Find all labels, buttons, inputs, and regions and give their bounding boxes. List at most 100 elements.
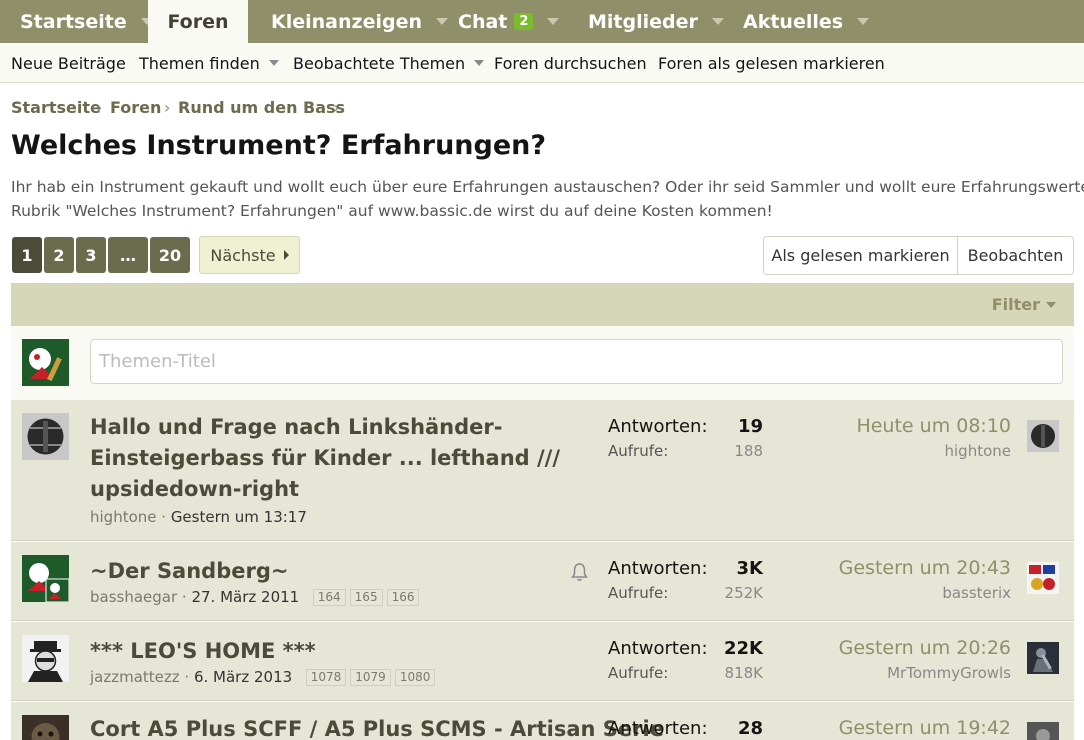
thread-title-line: Einsteigerbass für Kinder ... lefthand /… <box>90 446 561 470</box>
last-poster-avatar[interactable] <box>1027 642 1059 674</box>
thread-date: Gestern um 13:17 <box>170 508 307 526</box>
thread-page-link[interactable]: 1078 <box>305 668 347 686</box>
thread-date: 6. März 2013 <box>193 668 293 686</box>
chevron-down-icon[interactable] <box>711 18 724 25</box>
thread-title[interactable]: *** LEO'S HOME *** <box>90 636 316 667</box>
chevron-right-icon: › <box>164 98 171 117</box>
chevron-right-icon: › <box>96 98 103 117</box>
last-post-date[interactable]: Gestern um 19:42 <box>839 717 1011 739</box>
thread-row[interactable]: *** LEO'S HOME *** jazzmattezz · 6. März… <box>11 622 1074 701</box>
caret-right-icon <box>283 250 289 260</box>
chat-count-badge: 2 <box>514 13 534 30</box>
chevron-down-icon[interactable] <box>268 60 279 66</box>
user-avatar[interactable] <box>22 339 69 386</box>
replies-label: Antworten: <box>608 558 708 579</box>
subnav-watched-threads[interactable]: Beobachtete Themen <box>293 43 485 83</box>
nav-tab-startseite[interactable]: Startseite <box>20 0 153 43</box>
filter-button[interactable]: Filter <box>992 295 1056 314</box>
mark-read-button[interactable]: Als gelesen markieren <box>763 236 958 275</box>
nav-tab-aktuelles[interactable]: Aktuelles <box>743 0 870 43</box>
forum-description: Ihr hab ein Instrument gekauft und wollt… <box>11 175 1084 223</box>
last-poster-avatar[interactable] <box>1027 722 1059 740</box>
sub-navigation: Neue Beiträge Themen finden Beobachtete … <box>0 43 1084 83</box>
views-label: Aufrufe: <box>608 442 669 460</box>
thread-meta: jazzmattezz · 6. März 2013 1078 1079 108… <box>90 668 436 686</box>
nav-tab-chat[interactable]: Chat 2 <box>458 0 560 43</box>
views-count: 188 <box>734 442 763 460</box>
thread-page-link[interactable]: 165 <box>349 588 383 606</box>
nav-tab-label: Mitglieder <box>588 10 698 33</box>
breadcrumb-rund-um-den-bass[interactable]: Rund um den Bass <box>178 98 345 117</box>
last-post-user[interactable]: hightone <box>945 442 1012 460</box>
filter-bar: Filter <box>11 283 1074 326</box>
thread-page-link[interactable]: 1079 <box>350 668 391 686</box>
nav-tab-label: Aktuelles <box>743 10 844 33</box>
breadcrumb-startseite[interactable]: Startseite <box>11 98 101 117</box>
chevron-down-icon[interactable] <box>857 18 870 25</box>
thread-page-link[interactable]: 166 <box>386 588 420 606</box>
subnav-find-threads[interactable]: Themen finden <box>139 43 279 83</box>
subnav-mark-forums-read[interactable]: Foren als gelesen markieren <box>658 43 885 83</box>
nav-tab-label: Startseite <box>20 10 127 33</box>
chevron-down-icon[interactable] <box>474 60 485 66</box>
nav-tab-label: Chat <box>458 10 508 33</box>
last-poster-avatar[interactable] <box>1027 420 1059 452</box>
nav-tab-label: Kleinanzeigen <box>271 10 422 33</box>
views-count: 818K <box>724 664 763 682</box>
thread-title[interactable]: Cort A5 Plus SCFF / A5 Plus SCMS - Artis… <box>90 714 664 740</box>
last-post-date[interactable]: Gestern um 20:43 <box>839 557 1011 579</box>
subnav-search-forums[interactable]: Foren durchsuchen <box>494 43 647 83</box>
thread-row[interactable]: Hallo und Frage nach Linkshänder- Einste… <box>11 400 1074 541</box>
nav-tab-kleinanzeigen[interactable]: Kleinanzeigen <box>271 0 448 43</box>
chevron-down-icon[interactable] <box>547 18 560 25</box>
replies-count: 19 <box>737 416 763 437</box>
nav-tab-label: Foren <box>167 10 229 33</box>
thread-title[interactable]: Hallo und Frage nach Linkshänder- Einste… <box>90 412 560 505</box>
subnav-new-posts[interactable]: Neue Beiträge <box>11 43 126 83</box>
views-label: Aufrufe: <box>608 584 669 602</box>
breadcrumb-foren[interactable]: Foren <box>110 98 161 117</box>
subnav-label: Beobachtete Themen <box>293 53 466 73</box>
user-avatar[interactable] <box>22 555 69 602</box>
page-2-button[interactable]: 2 <box>44 237 74 273</box>
thread-row[interactable]: Cort A5 Plus SCFF / A5 Plus SCMS - Artis… <box>11 702 1074 740</box>
thread-author[interactable]: jazzmattezz <box>90 668 180 686</box>
bell-icon[interactable] <box>571 562 588 582</box>
last-post-date[interactable]: Heute um 08:10 <box>856 415 1011 437</box>
replies-label: Antworten: <box>608 638 708 659</box>
user-avatar[interactable] <box>22 635 69 682</box>
thread-author[interactable]: basshaegar <box>90 588 177 606</box>
new-thread-row: Themen-Titel <box>11 326 1074 400</box>
user-avatar[interactable] <box>22 715 69 740</box>
thread-row[interactable]: ~Der Sandberg~ basshaegar · 27. März 201… <box>11 542 1074 621</box>
thread-page-link[interactable]: 1080 <box>394 668 436 686</box>
thread-title-line: upsidedown-right <box>90 477 300 501</box>
thread-page-link[interactable]: 164 <box>312 588 346 606</box>
page-20-button[interactable]: 20 <box>150 237 190 273</box>
page-3-button[interactable]: 3 <box>76 237 106 273</box>
nav-tab-mitglieder[interactable]: Mitglieder <box>588 0 724 43</box>
last-post-user[interactable]: MrTommyGrowls <box>887 664 1011 682</box>
views-count: 252K <box>724 584 763 602</box>
last-poster-avatar[interactable] <box>1027 562 1059 594</box>
chevron-down-icon <box>1046 301 1056 308</box>
next-page-button[interactable]: Nächste <box>199 236 300 274</box>
page-ellipsis-button[interactable]: … <box>108 237 148 273</box>
page-1-button[interactable]: 1 <box>12 237 42 273</box>
replies-count: 28 <box>737 718 763 739</box>
replies-count: 22K <box>724 638 763 659</box>
user-avatar[interactable] <box>22 413 69 460</box>
filter-label: Filter <box>991 295 1040 314</box>
replies-label: Antworten: <box>608 718 708 739</box>
thread-author[interactable]: hightone <box>90 508 157 526</box>
thread-title-input[interactable]: Themen-Titel <box>90 339 1063 384</box>
watch-button[interactable]: Beobachten <box>957 236 1074 275</box>
chevron-down-icon[interactable] <box>435 18 448 25</box>
last-post-date[interactable]: Gestern um 20:26 <box>839 637 1011 659</box>
nav-tab-foren[interactable]: Foren <box>148 0 248 43</box>
thread-date: 27. März 2011 <box>191 588 300 606</box>
thread-title[interactable]: ~Der Sandberg~ <box>90 556 288 587</box>
description-line: Rubrik "Welches Instrument? Erfahrungen"… <box>11 202 773 220</box>
last-post-user[interactable]: bassterix <box>942 584 1011 602</box>
thread-meta: hightone · Gestern um 13:17 <box>90 508 307 526</box>
